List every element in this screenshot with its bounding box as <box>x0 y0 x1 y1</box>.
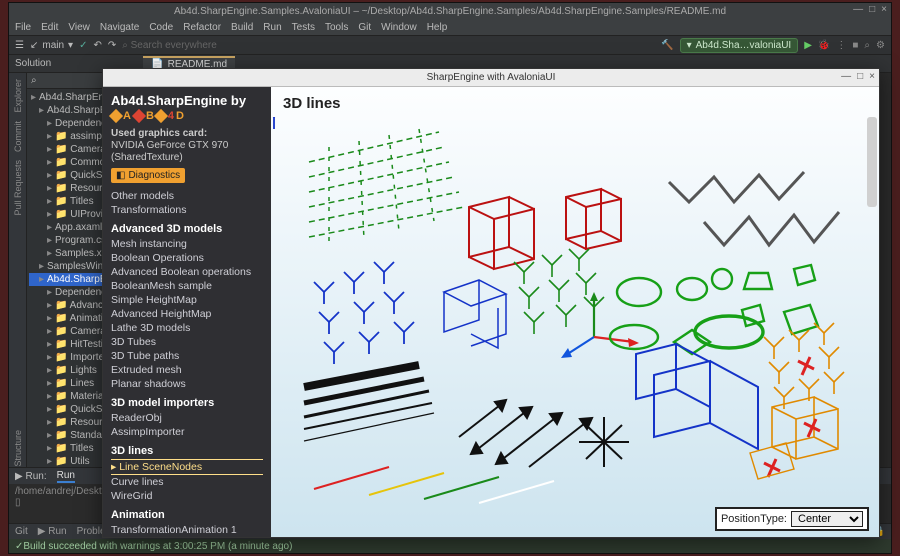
menu-help[interactable]: Help <box>427 22 448 33</box>
child-close-icon[interactable]: × <box>869 71 875 82</box>
diagnostics-button[interactable]: ◧ Diagnostics <box>111 168 185 183</box>
build-icon[interactable]: 🔨 <box>661 40 673 51</box>
child-maximize-icon[interactable]: □ <box>857 71 863 82</box>
build-message-bar: ✓ Build succeeded with warnings at 3:00:… <box>9 539 891 553</box>
stop-icon[interactable]: ■ <box>852 40 858 51</box>
menu-navigate[interactable]: Navigate <box>100 22 139 33</box>
nav-item[interactable]: WireGrid <box>111 489 263 503</box>
more-icon[interactable]: ⋮ <box>836 40 846 51</box>
search-icon[interactable]: ⌕ <box>864 40 870 51</box>
status-run[interactable]: ▶ Run <box>38 526 67 537</box>
sample-viewport[interactable]: 3D lines <box>271 87 879 537</box>
menu-window[interactable]: Window <box>381 22 417 33</box>
gutter-commit[interactable]: Commit <box>13 121 23 152</box>
toolbar: ☰ ↙ main ▾ ✓ ↶ ↷ ⌕ Search everywhere 🔨 ▾… <box>9 35 891 55</box>
menu-file[interactable]: File <box>15 22 31 33</box>
menu-tools[interactable]: Tools <box>325 22 348 33</box>
menu-git[interactable]: Git <box>358 22 371 33</box>
ide-titlebar: Ab4d.SharpEngine.Samples.AvaloniaUI – ~/… <box>9 3 891 19</box>
sync-icon[interactable]: ✓ <box>79 40 87 51</box>
nav-item[interactable]: Curve lines <box>111 475 263 489</box>
nav-item[interactable]: Planar shadows <box>111 377 263 391</box>
nav-item[interactable]: Extruded mesh <box>111 363 263 377</box>
minimize-icon[interactable]: — <box>853 4 863 15</box>
position-type-control: PositionType: Center <box>715 507 869 531</box>
run-config-selector[interactable]: ▾ Ab4d.Sha…valoniaUI <box>680 38 799 53</box>
nav-item[interactable]: AssimpImporter <box>111 425 263 439</box>
nav-item[interactable]: Boolean Operations <box>111 251 263 265</box>
close-icon[interactable]: × <box>881 4 887 15</box>
gpu-value: NVIDIA GeForce GTX 970 (SharedTexture) <box>111 140 228 163</box>
lines-canvas <box>271 117 867 507</box>
menu-tests[interactable]: Tests <box>292 22 315 33</box>
run-tab-active[interactable]: Run <box>57 470 75 483</box>
menu-code[interactable]: Code <box>149 22 173 33</box>
maximize-icon[interactable]: □ <box>869 4 875 15</box>
nav-item[interactable]: TransformationAnimation 1 <box>111 523 263 537</box>
gutter-pull-requests[interactable]: Pull Requests <box>13 160 23 216</box>
nav-section: 3D lines <box>111 445 263 457</box>
sample-titlebar: SharpEngine with AvaloniaUI — □ × <box>103 69 879 87</box>
debug-icon[interactable]: 🐞 <box>818 40 830 51</box>
nav-item[interactable]: Mesh instancing <box>111 237 263 251</box>
nav-item[interactable]: Advanced Boolean operations <box>111 265 263 279</box>
run-tab-label[interactable]: ▶ Run: <box>15 471 47 482</box>
nav-item[interactable]: Lathe 3D models <box>111 321 263 335</box>
viewport-title: 3D lines <box>283 95 341 112</box>
nav-section: 3D model importers <box>111 397 263 409</box>
gutter-structure[interactable]: Structure <box>13 430 23 467</box>
menu-view[interactable]: View <box>68 22 90 33</box>
gear-icon[interactable]: ⚙ <box>876 40 885 51</box>
nav-item[interactable]: Simple HeightMap <box>111 293 263 307</box>
gpu-label: Used graphics card: <box>111 128 207 139</box>
ide-title-text: Ab4d.SharpEngine.Samples.AvaloniaUI – ~/… <box>174 6 726 17</box>
git-branch[interactable]: ↙ main ▾ <box>30 40 73 51</box>
position-type-select[interactable]: Center <box>791 511 863 527</box>
nav-item[interactable]: Line SceneNodes <box>111 459 263 475</box>
status-git[interactable]: Git <box>15 526 28 537</box>
position-type-label: PositionType: <box>721 513 787 525</box>
child-minimize-icon[interactable]: — <box>841 71 851 82</box>
run-icon[interactable]: ▶ <box>804 40 812 51</box>
nav-item[interactable]: Advanced HeightMap <box>111 307 263 321</box>
check-icon: ✓ <box>15 541 23 552</box>
nav-item[interactable]: 3D Tube paths <box>111 349 263 363</box>
nav-section: Advanced 3D models <box>111 223 263 235</box>
nav-item[interactable]: Transformations <box>111 203 263 217</box>
search-everywhere[interactable]: ⌕ Search everywhere <box>122 40 655 51</box>
menu-refactor[interactable]: Refactor <box>183 22 221 33</box>
nav-item[interactable]: BooleanMesh sample <box>111 279 263 293</box>
sample-window: SharpEngine with AvaloniaUI — □ × Ab4d.S… <box>102 68 880 538</box>
breadcrumb-solution[interactable]: Solution <box>15 58 51 69</box>
menu-build[interactable]: Build <box>231 22 253 33</box>
undo-icon[interactable]: ↶ <box>93 40 101 51</box>
nav-item[interactable]: Other models <box>111 189 263 203</box>
menubar: File Edit View Navigate Code Refactor Build Run… <box>9 19 891 35</box>
menu-edit[interactable]: Edit <box>41 22 58 33</box>
nav-item[interactable]: 3D Tubes <box>111 335 263 349</box>
ab4d-logo: A B 4 D <box>111 110 263 122</box>
sample-nav-pane: Ab4d.SharpEngine by A B 4 D Used graphic… <box>103 87 271 537</box>
left-gutter: Explorer Commit Pull Requests Structure <box>9 73 27 467</box>
redo-icon[interactable]: ↷ <box>108 40 116 51</box>
viewport-scrollbar[interactable] <box>867 117 877 207</box>
engine-title: Ab4d.SharpEngine by <box>111 93 263 108</box>
menu-run[interactable]: Run <box>263 22 281 33</box>
gutter-explorer[interactable]: Explorer <box>13 79 23 113</box>
nav-section: Animation <box>111 509 263 521</box>
nav-item[interactable]: ReaderObj <box>111 411 263 425</box>
hamburger-icon[interactable]: ☰ <box>15 40 24 51</box>
